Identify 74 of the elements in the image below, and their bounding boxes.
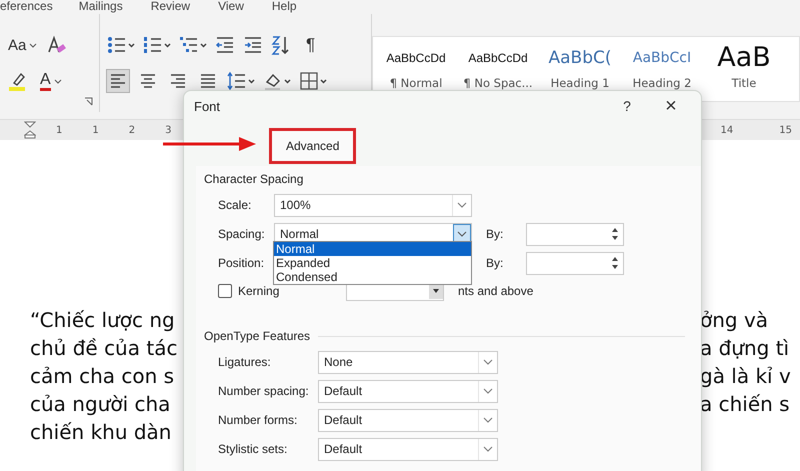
checkbox-label: Kerning [238,284,280,298]
field-label: By: [486,227,504,241]
font-color-button[interactable]: A [38,72,64,90]
field-label: Number spacing: [218,384,310,398]
caret-icon [29,42,38,48]
document-text: cảm cha con s [30,363,176,390]
align-button[interactable] [106,69,130,93]
dropdown-option[interactable]: Expanded [274,256,471,270]
ruler-number: 2 [128,124,136,136]
field-label: Spacing: [218,227,266,241]
indent-marker-icon[interactable] [24,121,36,139]
ruler-number: 1 [92,124,99,136]
spin-arrows-icon[interactable] [611,255,619,271]
ruler-number: 15 [779,124,792,136]
dropdown[interactable]: Default [318,380,498,402]
section-title: Character Spacing [204,172,304,186]
tab[interactable]: Advanced [269,128,356,164]
caret-icon [54,78,62,84]
chevron-down-icon [483,417,493,423]
spin-field[interactable] [526,222,624,246]
document-text: ởng và [700,307,770,334]
ruler-number: 3 [165,124,172,136]
dropdown[interactable]: Default [318,438,498,460]
style-item[interactable]: AaB Title [709,43,779,101]
align-icon [109,72,127,90]
chevron-down-icon [483,446,493,452]
section-title: OpenType Features [204,329,310,343]
change-case-button[interactable]: Aa [6,36,40,54]
close-button[interactable]: × [649,92,693,120]
document-text: a đựng tì [700,335,790,362]
align-icon [169,72,187,90]
show-formatting-button[interactable]: ¶ [304,35,318,55]
line-spacing-icon[interactable] [226,70,256,92]
dialog-title: Font [194,98,222,114]
field-label: Number forms: [218,413,298,427]
menu-tab[interactable]: eferences [0,0,53,14]
ruler-number: 1 [56,124,62,136]
borders-icon[interactable] [298,70,328,92]
help-button[interactable]: ? [605,92,649,120]
dropdown-option[interactable]: Normal [274,242,471,256]
field-label: Position: [218,256,266,270]
spin-arrows-icon[interactable] [611,226,619,242]
field-label: Stylistic sets: [218,442,288,456]
menu-tab[interactable]: Mailings [78,0,123,14]
dialog-launcher-icon[interactable] [84,97,93,106]
spin-field[interactable] [526,252,624,274]
field-label: By: [486,256,504,270]
field-label: nts and above [458,284,534,298]
numbering-icon[interactable] [142,34,172,56]
dropdown[interactable]: None [318,350,498,374]
menu-tab[interactable]: View [218,0,244,14]
document-text: “Chiếc lược ng [30,307,176,334]
chevron-down-icon [483,388,493,394]
dropdown-arrow-icon [432,288,440,294]
chevron-down-icon [457,231,467,237]
field-label: Scale: [218,198,252,212]
menu-tab[interactable]: Help [272,0,297,14]
document-text: chiến khu dàn [30,419,172,446]
menu-tab[interactable]: Review [150,0,190,14]
document-text: của người cha [30,391,172,418]
bullets-icon[interactable] [106,34,136,56]
dropdown-option[interactable]: Condensed [274,270,471,284]
field-label: Ligatures: [218,355,272,369]
document-text: chủ đề của tác [30,335,178,362]
chevron-down-icon [483,359,493,365]
ruler-number: 14 [720,124,734,136]
document-text: a chiến s [700,391,791,418]
document-text: gà là kỉ v [700,363,792,390]
align-icon [199,72,217,90]
dropdown[interactable]: Default [318,408,498,432]
scale-dropdown[interactable]: 100% [274,194,472,216]
checkbox[interactable] [218,284,232,298]
align-icon [139,72,157,90]
chevron-down-icon [457,202,467,208]
